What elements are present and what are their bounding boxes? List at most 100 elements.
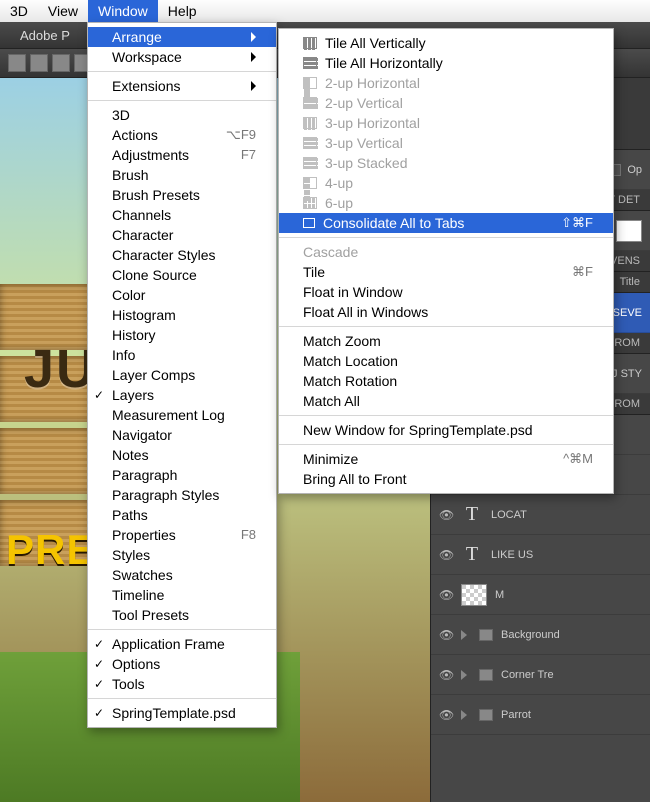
menu-item-label: Timeline xyxy=(112,585,256,605)
layer-row[interactable]: 👁Parrot xyxy=(431,695,650,735)
menu-item-label: 3-up Vertical xyxy=(325,133,593,153)
menu-item-3-up-horizontal[interactable]: 3-up Horizontal xyxy=(279,113,613,133)
menu-item-character-styles[interactable]: Character Styles xyxy=(88,245,276,265)
menu-item-channels[interactable]: Channels xyxy=(88,205,276,225)
menu-item-match-all[interactable]: Match All xyxy=(279,391,613,411)
menu-item-3-up-vertical[interactable]: 3-up Vertical xyxy=(279,133,613,153)
menu-item-notes[interactable]: Notes xyxy=(88,445,276,465)
layout-icon xyxy=(303,197,317,209)
menu-item-swatches[interactable]: Swatches xyxy=(88,565,276,585)
menu-help[interactable]: Help xyxy=(158,0,207,22)
menu-item-label: 2-up Vertical xyxy=(325,93,593,113)
menu-item-tile-all-vertically[interactable]: Tile All Vertically xyxy=(279,33,613,53)
menu-item-character[interactable]: Character xyxy=(88,225,276,245)
menu-item-match-zoom[interactable]: Match Zoom xyxy=(279,331,613,351)
menu-item-document[interactable]: ✓SpringTemplate.psd xyxy=(88,703,276,723)
layer-row[interactable]: 👁TLIKE US xyxy=(431,535,650,575)
menu-item-match-rotation[interactable]: Match Rotation xyxy=(279,371,613,391)
menu-item-label: Brush Presets xyxy=(112,185,256,205)
menu-item-6-up[interactable]: 6-up xyxy=(279,193,613,213)
menu-item-3d[interactable]: 3D xyxy=(88,105,276,125)
menu-item-label: Layer Comps xyxy=(112,365,256,385)
menu-item-2-up-horizontal[interactable]: 2-up Horizontal xyxy=(279,73,613,93)
checkmark-icon: ✓ xyxy=(94,674,104,694)
menu-item-label: Consolidate All to Tabs xyxy=(323,213,531,233)
menu-item-paragraph[interactable]: Paragraph xyxy=(88,465,276,485)
menu-item-4-up[interactable]: 4-up xyxy=(279,173,613,193)
menu-item-tools[interactable]: ✓ Tools xyxy=(88,674,276,694)
menu-item-brush-presets[interactable]: Brush Presets xyxy=(88,185,276,205)
menu-item-measurement-log[interactable]: Measurement Log xyxy=(88,405,276,425)
menu-item-workspace[interactable]: Workspace xyxy=(88,47,276,67)
menu-item-timeline[interactable]: Timeline xyxy=(88,585,276,605)
menu-item-actions[interactable]: Actions⌥F9 xyxy=(88,125,276,145)
menu-3d[interactable]: 3D xyxy=(0,0,38,22)
arrange-submenu: Tile All VerticallyTile All Horizontally… xyxy=(278,28,614,494)
menu-item-cascade[interactable]: Cascade xyxy=(279,242,613,262)
visibility-eye-icon[interactable]: 👁 xyxy=(439,548,453,562)
visibility-eye-icon[interactable]: 👁 xyxy=(439,588,453,602)
menu-item-color[interactable]: Color xyxy=(88,285,276,305)
disclosure-triangle-icon[interactable] xyxy=(461,630,467,640)
layer-name: Background xyxy=(501,629,642,641)
layer-name: LIKE US xyxy=(491,549,642,561)
menu-item-navigator[interactable]: Navigator xyxy=(88,425,276,445)
opacity-label: Op xyxy=(627,164,642,176)
opt-icon[interactable] xyxy=(52,54,70,72)
menu-item-arrange[interactable]: Arrange xyxy=(88,27,276,47)
menu-item-consolidate-all-to-tabs[interactable]: Consolidate All to Tabs⇧⌘F xyxy=(279,213,613,233)
menu-item-history[interactable]: History xyxy=(88,325,276,345)
visibility-eye-icon[interactable]: 👁 xyxy=(439,668,453,682)
menu-item-new-window[interactable]: New Window for SpringTemplate.psd xyxy=(279,420,613,440)
menu-item-label: Tools xyxy=(112,674,256,694)
menu-item-label: Tile All Horizontally xyxy=(325,53,593,73)
menu-item-label: Tool Presets xyxy=(112,605,256,625)
menu-item-match-location[interactable]: Match Location xyxy=(279,351,613,371)
menu-item-properties[interactable]: PropertiesF8 xyxy=(88,525,276,545)
menu-item-options[interactable]: ✓Options xyxy=(88,654,276,674)
menu-item-adjustments[interactable]: AdjustmentsF7 xyxy=(88,145,276,165)
menu-view[interactable]: View xyxy=(38,0,88,22)
menu-window[interactable]: Window xyxy=(88,0,158,22)
menu-item-bring-all-to-front[interactable]: Bring All to Front xyxy=(279,469,613,489)
layer-row[interactable]: 👁M xyxy=(431,575,650,615)
menu-item-label: Tile All Vertically xyxy=(325,33,593,53)
menu-item-styles[interactable]: Styles xyxy=(88,545,276,565)
menu-item-clone-source[interactable]: Clone Source xyxy=(88,265,276,285)
menu-item-layer-comps[interactable]: Layer Comps xyxy=(88,365,276,385)
menu-item-label: Navigator xyxy=(112,425,256,445)
menu-item-extensions[interactable]: Extensions xyxy=(88,76,276,96)
menu-item-tool-presets[interactable]: Tool Presets xyxy=(88,605,276,625)
menu-item-3-up-stacked[interactable]: 3-up Stacked xyxy=(279,153,613,173)
visibility-eye-icon[interactable]: 👁 xyxy=(439,508,453,522)
disclosure-triangle-icon[interactable] xyxy=(461,710,467,720)
menu-item-layers[interactable]: ✓Layers xyxy=(88,385,276,405)
layer-row[interactable]: 👁TLOCAT xyxy=(431,495,650,535)
menu-item-label: Adjustments xyxy=(112,145,211,165)
menu-item-tile[interactable]: Tile⌘F xyxy=(279,262,613,282)
swatch[interactable] xyxy=(616,220,642,242)
menu-item-float-all-in-windows[interactable]: Float All in Windows xyxy=(279,302,613,322)
layout-icon xyxy=(303,57,317,69)
menu-item-2-up-vertical[interactable]: 2-up Vertical xyxy=(279,93,613,113)
menu-item-brush[interactable]: Brush xyxy=(88,165,276,185)
opt-icon[interactable] xyxy=(30,54,48,72)
menu-item-minimize[interactable]: Minimize^⌘M xyxy=(279,449,613,469)
menu-item-paths[interactable]: Paths xyxy=(88,505,276,525)
menu-item-paragraph-styles[interactable]: Paragraph Styles xyxy=(88,485,276,505)
menu-separator xyxy=(279,326,613,327)
menu-item-float-in-window[interactable]: Float in Window xyxy=(279,282,613,302)
menu-item-tile-all-horizontally[interactable]: Tile All Horizontally xyxy=(279,53,613,73)
menu-item-label: Channels xyxy=(112,205,256,225)
menu-item-info[interactable]: Info xyxy=(88,345,276,365)
disclosure-triangle-icon[interactable] xyxy=(461,670,467,680)
menu-item-histogram[interactable]: Histogram xyxy=(88,305,276,325)
layer-row[interactable]: 👁 Corner Tre xyxy=(431,655,650,695)
opt-icon[interactable] xyxy=(8,54,26,72)
layer-name: Corner Tre xyxy=(501,669,642,681)
menu-item-label: Paragraph xyxy=(112,465,256,485)
visibility-eye-icon[interactable]: 👁 xyxy=(439,628,453,642)
layer-row[interactable]: 👁 Background xyxy=(431,615,650,655)
visibility-eye-icon[interactable]: 👁 xyxy=(439,708,453,722)
menu-item-application-frame[interactable]: ✓Application Frame xyxy=(88,634,276,654)
